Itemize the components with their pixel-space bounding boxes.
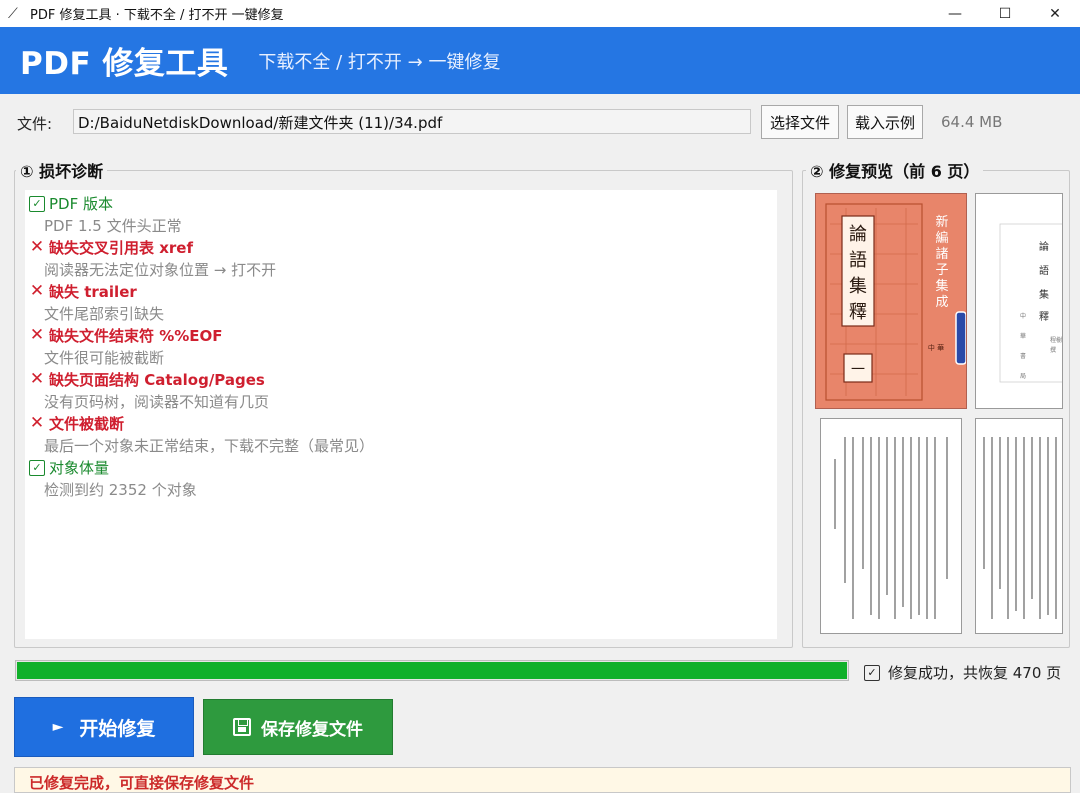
svg-text:一: 一 <box>851 362 865 378</box>
diagnostics-list[interactable]: ✓ PDF 版本 PDF 1.5 文件头正常 ✕ 缺失交叉引用表 xref 阅读器无法定位… <box>25 190 777 639</box>
save-repaired-label: 保存修复文件 <box>261 719 363 740</box>
cross-icon: ✕ <box>25 239 49 256</box>
preview-page-4[interactable] <box>975 418 1063 634</box>
diagnostic-title: 缺失页面结构 Catalog/Pages <box>49 371 265 389</box>
diagnostic-detail: 阅读器无法定位对象位置 → 打不开 <box>44 261 277 279</box>
red-x-icon: ✕ <box>29 281 45 301</box>
save-repaired-file-button[interactable]: 保存修复文件 <box>203 699 393 755</box>
cross-icon: ✕ <box>25 415 49 432</box>
svg-text:華: 華 <box>1020 332 1026 340</box>
svg-text:集: 集 <box>1039 288 1049 301</box>
close-button[interactable]: ✕ <box>1030 0 1080 27</box>
diagnostic-title: 缺失 trailer <box>49 283 137 301</box>
svg-text:語: 語 <box>849 250 867 271</box>
minimize-button[interactable]: — <box>930 0 980 27</box>
app-feather-icon: ⟋ <box>8 5 18 22</box>
svg-text:子: 子 <box>935 263 948 278</box>
checkbox-check-icon: ✓ <box>29 459 45 476</box>
svg-text:語: 語 <box>1039 264 1049 277</box>
diagnostic-item: ✓ 对象体量 <box>25 457 109 478</box>
svg-text:論: 論 <box>1039 240 1049 253</box>
svg-text:書: 書 <box>1020 352 1026 360</box>
repair-status-text: 修复成功，共恢复 470 页 <box>888 664 1062 682</box>
svg-text:局: 局 <box>1020 373 1026 380</box>
check-icon: ✓ <box>25 459 49 476</box>
header-banner: PDF 修复工具 下载不全 / 打不开 → 一键修复 <box>0 27 1080 94</box>
checkbox-check-icon: ✓ <box>29 195 45 212</box>
diagnostic-title: 缺失交叉引用表 xref <box>49 239 193 257</box>
progress-bar <box>15 660 849 681</box>
cross-icon: ✕ <box>25 283 49 300</box>
red-x-icon: ✕ <box>29 237 45 257</box>
window-title: PDF 修复工具 · 下载不全 / 打不开 一键修复 <box>30 8 284 23</box>
preview-page-1[interactable]: 論 語 集 釋 一 新 編 諸 子 集 成 中 華 <box>815 193 967 409</box>
app-heading: PDF 修复工具 <box>20 46 229 82</box>
red-x-icon: ✕ <box>29 325 45 345</box>
diagnostic-title: 缺失文件结束符 %%EOF <box>49 327 223 345</box>
text-page-art <box>834 437 948 619</box>
diagnostic-item: ✕ 缺失 trailer <box>25 281 137 302</box>
maximize-button[interactable]: ☐ <box>980 0 1030 27</box>
red-x-icon: ✕ <box>29 369 45 389</box>
diagnostic-detail: 检测到约 2352 个对象 <box>44 481 197 499</box>
start-repair-button[interactable]: ► 开始修复 <box>14 697 194 757</box>
cross-icon: ✕ <box>25 327 49 344</box>
preview-page-3[interactable] <box>820 418 962 634</box>
svg-text:樹: 樹 <box>1056 336 1062 344</box>
diagnostic-detail: 没有页码树，阅读器不知道有几页 <box>44 393 270 411</box>
svg-text:中 華: 中 華 <box>928 343 944 352</box>
svg-text:撰: 撰 <box>1050 346 1056 354</box>
diagnostic-item: ✕ 缺失交叉引用表 xref <box>25 237 193 258</box>
file-row: 文件: D:/BaiduNetdiskDownload/新建文件夹 (11)/3… <box>0 100 1080 140</box>
title-page-art: 論 語 集 釋 中華書局 程樹撰 <box>999 223 1062 383</box>
diagnostic-item: ✕ 缺失页面结构 Catalog/Pages <box>25 369 265 390</box>
preview-page-2[interactable]: 論 語 集 釋 中華書局 程樹撰 <box>975 193 1063 409</box>
load-sample-button[interactable]: 载入示例 <box>847 105 923 139</box>
success-check-icon: ✓ <box>864 664 880 681</box>
file-label: 文件: <box>17 115 53 133</box>
text-page-art-2 <box>983 437 1057 619</box>
app-subheading: 下载不全 / 打不开 → 一键修复 <box>258 51 501 73</box>
diagnostic-title: PDF 版本 <box>49 195 113 213</box>
diagnostic-item: ✕ 文件被截断 <box>25 413 124 434</box>
title-bar: ⟋ PDF 修复工具 · 下载不全 / 打不开 一键修复 — ☐ ✕ <box>0 0 1080 27</box>
preview-title: ② 修复预览（前 6 页） <box>806 158 984 182</box>
diagnostic-detail: PDF 1.5 文件头正常 <box>44 217 182 235</box>
progress-fill <box>17 662 847 679</box>
log-strip: 已修复完成，可直接保存修复文件 <box>14 767 1071 793</box>
diagnostic-item: ✓ PDF 版本 <box>25 193 113 214</box>
file-path-input[interactable]: D:/BaiduNetdiskDownload/新建文件夹 (11)/34.pd… <box>73 109 751 134</box>
svg-text:釋: 釋 <box>1039 311 1049 323</box>
svg-text:編: 編 <box>935 230 948 246</box>
red-x-icon: ✕ <box>29 413 45 433</box>
file-size: 64.4 MB <box>941 113 1003 131</box>
play-icon: ► <box>52 719 64 735</box>
book-cover-art: 論 語 集 釋 一 新 編 諸 子 集 成 中 華 <box>820 198 966 406</box>
diagnostic-title: 对象体量 <box>49 459 110 477</box>
cross-icon: ✕ <box>25 371 49 388</box>
diagnostics-title: ① 损坏诊断 <box>16 158 108 182</box>
repair-status: ✓ 修复成功，共恢复 470 页 <box>864 662 1061 683</box>
diagnostic-item: ✕ 缺失文件结束符 %%EOF <box>25 325 223 346</box>
svg-text:新: 新 <box>935 214 948 230</box>
window-controls: — ☐ ✕ <box>930 0 1080 27</box>
choose-file-button[interactable]: 选择文件 <box>761 105 839 139</box>
start-repair-label: 开始修复 <box>79 717 156 740</box>
svg-text:中: 中 <box>1020 312 1026 320</box>
save-disk-icon <box>233 718 251 736</box>
svg-text:集: 集 <box>935 278 948 294</box>
check-icon: ✓ <box>25 195 49 212</box>
svg-text:集: 集 <box>849 276 867 297</box>
svg-text:諸: 諸 <box>935 246 948 262</box>
diagnostic-title: 文件被截断 <box>49 415 125 433</box>
diagnostic-detail: 最后一个对象未正常结束，下载不完整（最常见） <box>44 437 375 455</box>
diagnostic-detail: 文件尾部索引缺失 <box>44 305 165 323</box>
diagnostic-detail: 文件很可能被截断 <box>44 349 165 367</box>
svg-text:釋: 釋 <box>849 302 867 323</box>
svg-text:論: 論 <box>849 224 867 245</box>
log-text: 已修复完成，可直接保存修复文件 <box>29 774 255 792</box>
svg-text:成: 成 <box>935 295 948 310</box>
